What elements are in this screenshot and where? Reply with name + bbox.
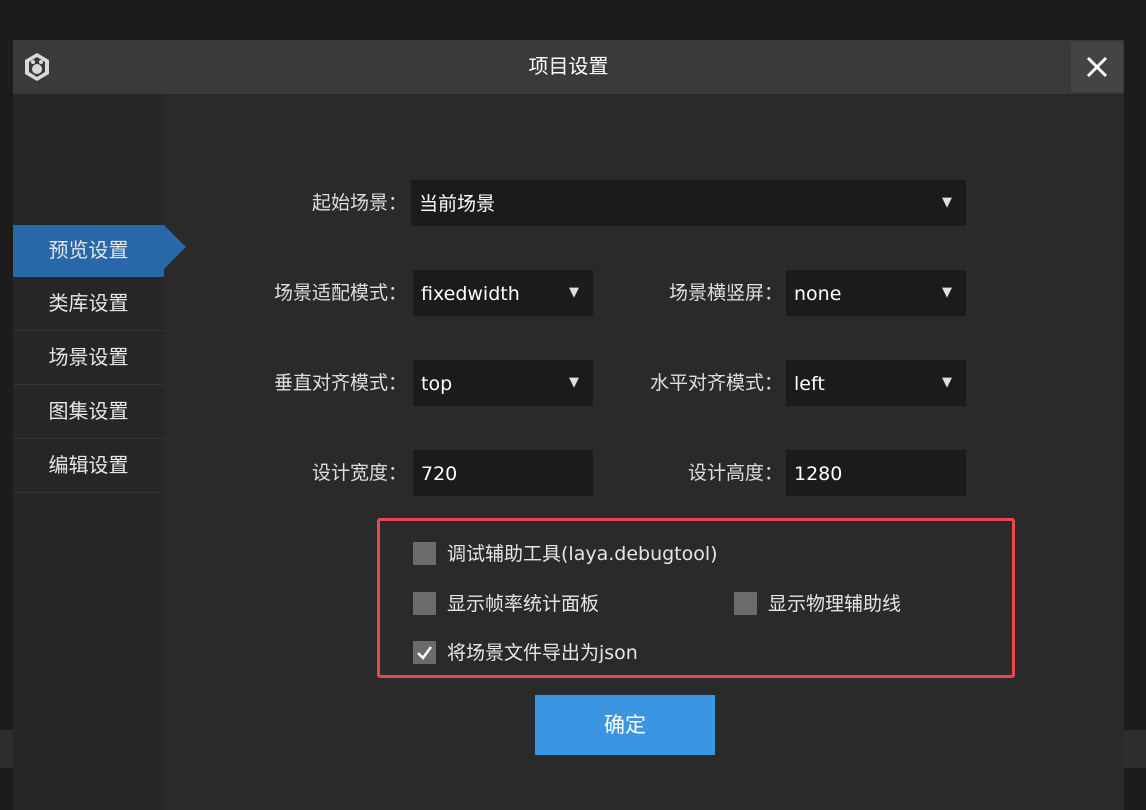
align-v-value: top <box>421 373 453 395</box>
align-v-label: 垂直对齐模式： <box>273 372 407 394</box>
scale-mode-label: 场景适配模式： <box>273 282 407 304</box>
checkbox-box <box>413 542 436 565</box>
caret-down-icon: ▼ <box>942 375 952 390</box>
debug-tool-label: 调试辅助工具(laya.debugtool) <box>447 543 718 565</box>
dialog-title: 项目设置 <box>528 54 609 78</box>
screen-mode-value: none <box>794 283 842 305</box>
caret-down-icon: ▼ <box>569 285 579 300</box>
confirm-button[interactable]: 确定 <box>535 695 715 755</box>
sidebar-item-preview[interactable]: 预览设置 <box>13 225 186 277</box>
align-h-value: left <box>794 373 825 395</box>
design-height-label: 设计高度： <box>687 462 783 484</box>
sidebar-item-scene[interactable]: 场景设置 <box>13 332 164 385</box>
sidebar-item-editor[interactable]: 编辑设置 <box>13 440 164 493</box>
sidebar-item-library[interactable]: 类库设置 <box>13 278 164 331</box>
sidebar-item-label: 场景设置 <box>48 345 129 369</box>
align-h-select[interactable]: left ▼ <box>786 360 966 406</box>
align-h-label: 水平对齐模式： <box>649 372 783 394</box>
sidebar-item-label: 类库设置 <box>48 291 129 315</box>
close-button[interactable] <box>1071 42 1123 92</box>
start-scene-select[interactable]: 当前场景 ▼ <box>411 180 966 226</box>
sidebar-item-label: 图集设置 <box>48 399 129 423</box>
caret-down-icon: ▼ <box>942 285 952 300</box>
dialog-titlebar: 项目设置 <box>13 40 1124 95</box>
caret-down-icon: ▼ <box>942 195 952 210</box>
sidebar-item-atlas[interactable]: 图集设置 <box>13 386 164 439</box>
project-settings-dialog: 项目设置 预览设置 类库设置 场景设置 图集设置 编辑设置 起始场景： 当前场景… <box>13 40 1124 810</box>
scale-mode-select[interactable]: fixedwidth ▼ <box>413 270 593 316</box>
sidebar-item-label: 预览设置 <box>48 238 129 262</box>
design-height-input[interactable]: 1280 <box>786 450 966 496</box>
settings-sidebar: 预览设置 类库设置 场景设置 图集设置 编辑设置 <box>13 95 186 810</box>
caret-down-icon: ▼ <box>569 375 579 390</box>
close-icon <box>1086 56 1108 78</box>
screen-mode-label: 场景横竖屏： <box>668 282 783 304</box>
design-width-label: 设计宽度： <box>311 462 407 484</box>
start-scene-label: 起始场景： <box>311 192 407 214</box>
design-height-value: 1280 <box>794 463 843 485</box>
checkbox-box <box>734 592 757 615</box>
sidebar-item-label: 编辑设置 <box>48 453 129 477</box>
show-fps-label: 显示帧率统计面板 <box>447 593 600 615</box>
checkbox-box <box>413 592 436 615</box>
export-json-label: 将场景文件导出为json <box>447 642 638 664</box>
start-scene-value: 当前场景 <box>419 193 496 215</box>
active-indicator-arrow <box>164 225 186 269</box>
options-highlight-box: 调试辅助工具(laya.debugtool) 显示帧率统计面板 显示物理辅助线 … <box>377 518 1015 678</box>
show-physics-label: 显示物理辅助线 <box>768 593 902 615</box>
checkbox-box-checked <box>413 641 436 664</box>
checkmark-icon <box>417 646 433 660</box>
screen-mode-select[interactable]: none ▼ <box>786 270 966 316</box>
scale-mode-value: fixedwidth <box>421 283 520 305</box>
design-width-input[interactable]: 720 <box>413 450 593 496</box>
design-width-value: 720 <box>421 463 458 485</box>
align-v-select[interactable]: top ▼ <box>413 360 593 406</box>
